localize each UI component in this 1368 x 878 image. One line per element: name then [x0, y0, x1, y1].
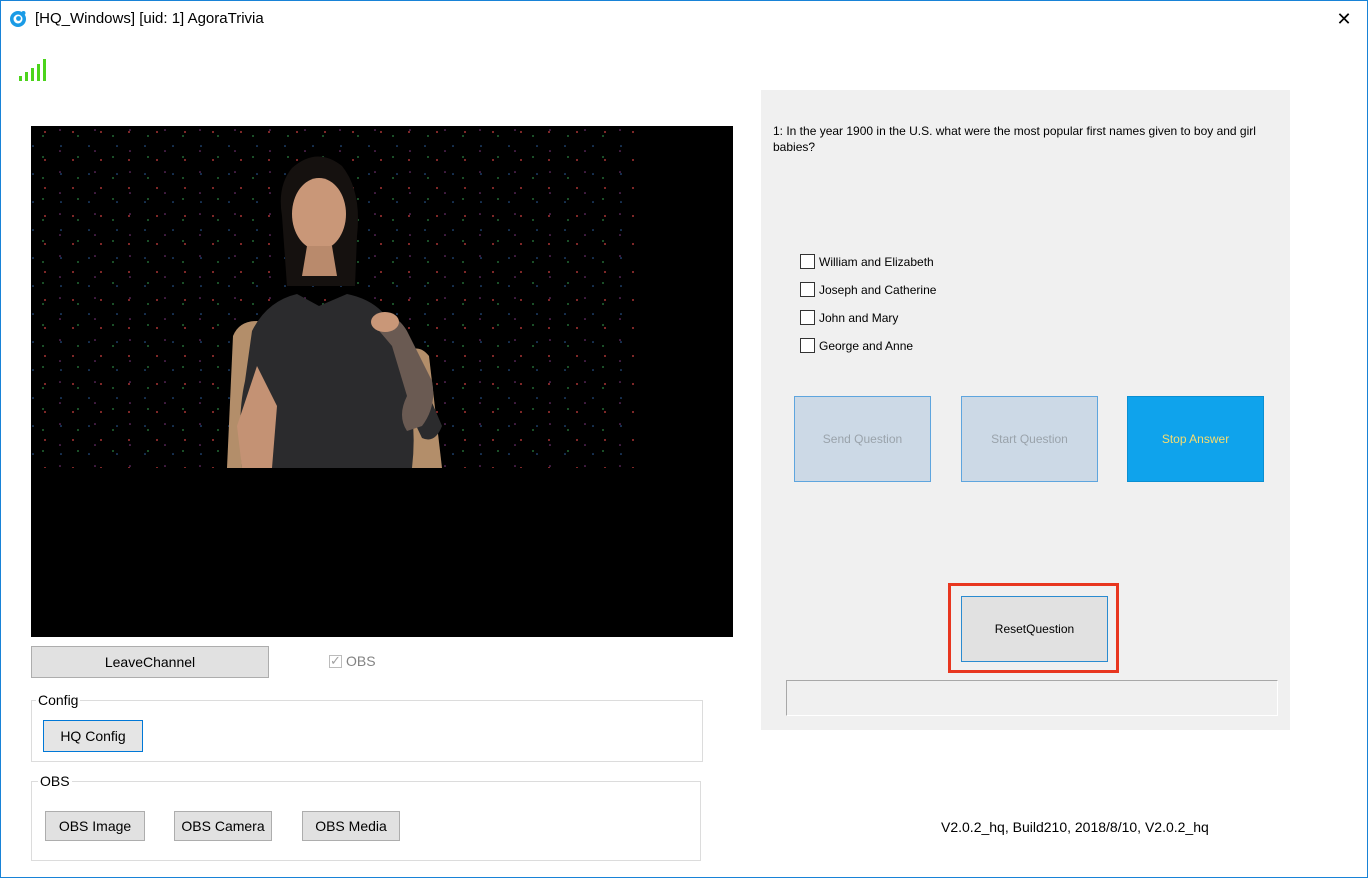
obs-checkbox-box[interactable]: [329, 653, 342, 669]
answer-checkbox[interactable]: [800, 310, 815, 325]
answer-checkbox[interactable]: [800, 338, 815, 353]
answer-checkbox[interactable]: [800, 282, 815, 297]
host-person-image: [227, 156, 442, 468]
stop-answer-button[interactable]: Stop Answer: [1127, 396, 1264, 482]
close-button[interactable]: ✕: [1320, 0, 1368, 38]
version-label: V2.0.2_hq, Build210, 2018/8/10, V2.0.2_h…: [941, 819, 1209, 835]
start-question-button[interactable]: Start Question: [961, 396, 1098, 482]
hq-config-button[interactable]: HQ Config: [43, 720, 143, 752]
obs-media-button[interactable]: OBS Media: [302, 811, 400, 841]
answer-option[interactable]: John and Mary: [800, 310, 898, 325]
video-view: [31, 126, 733, 637]
obs-image-button[interactable]: OBS Image: [45, 811, 145, 841]
answer-option[interactable]: Joseph and Catherine: [800, 282, 936, 297]
status-field: [786, 680, 1278, 716]
answer-label: George and Anne: [819, 338, 914, 353]
answer-checkbox[interactable]: [800, 254, 815, 269]
config-group-label: Config: [36, 692, 81, 708]
app-logo-icon: [10, 11, 26, 27]
obs-camera-button[interactable]: OBS Camera: [174, 811, 272, 841]
question-text: 1: In the year 1900 in the U.S. what wer…: [773, 124, 1256, 154]
signal-strength-icon: [19, 59, 46, 81]
reset-question-button[interactable]: ResetQuestion: [961, 596, 1108, 662]
title-bar[interactable]: [HQ_Windows] [uid: 1] AgoraTrivia ✕: [0, 0, 1368, 38]
answer-label: Joseph and Catherine: [819, 282, 937, 297]
answer-label: William and Elizabeth: [819, 254, 934, 269]
obs-checkbox[interactable]: OBS: [329, 653, 376, 669]
close-icon: ✕: [1336, 8, 1352, 29]
obs-group-label: OBS: [38, 773, 72, 789]
obs-checkbox-label: OBS: [346, 653, 376, 669]
answer-label: John and Mary: [819, 310, 899, 325]
leave-channel-button[interactable]: LeaveChannel: [31, 646, 269, 678]
answer-option[interactable]: George and Anne: [800, 338, 913, 353]
window-title: [HQ_Windows] [uid: 1] AgoraTrivia: [35, 10, 264, 27]
answer-option[interactable]: William and Elizabeth: [800, 254, 934, 269]
send-question-button[interactable]: Send Question: [794, 396, 931, 482]
